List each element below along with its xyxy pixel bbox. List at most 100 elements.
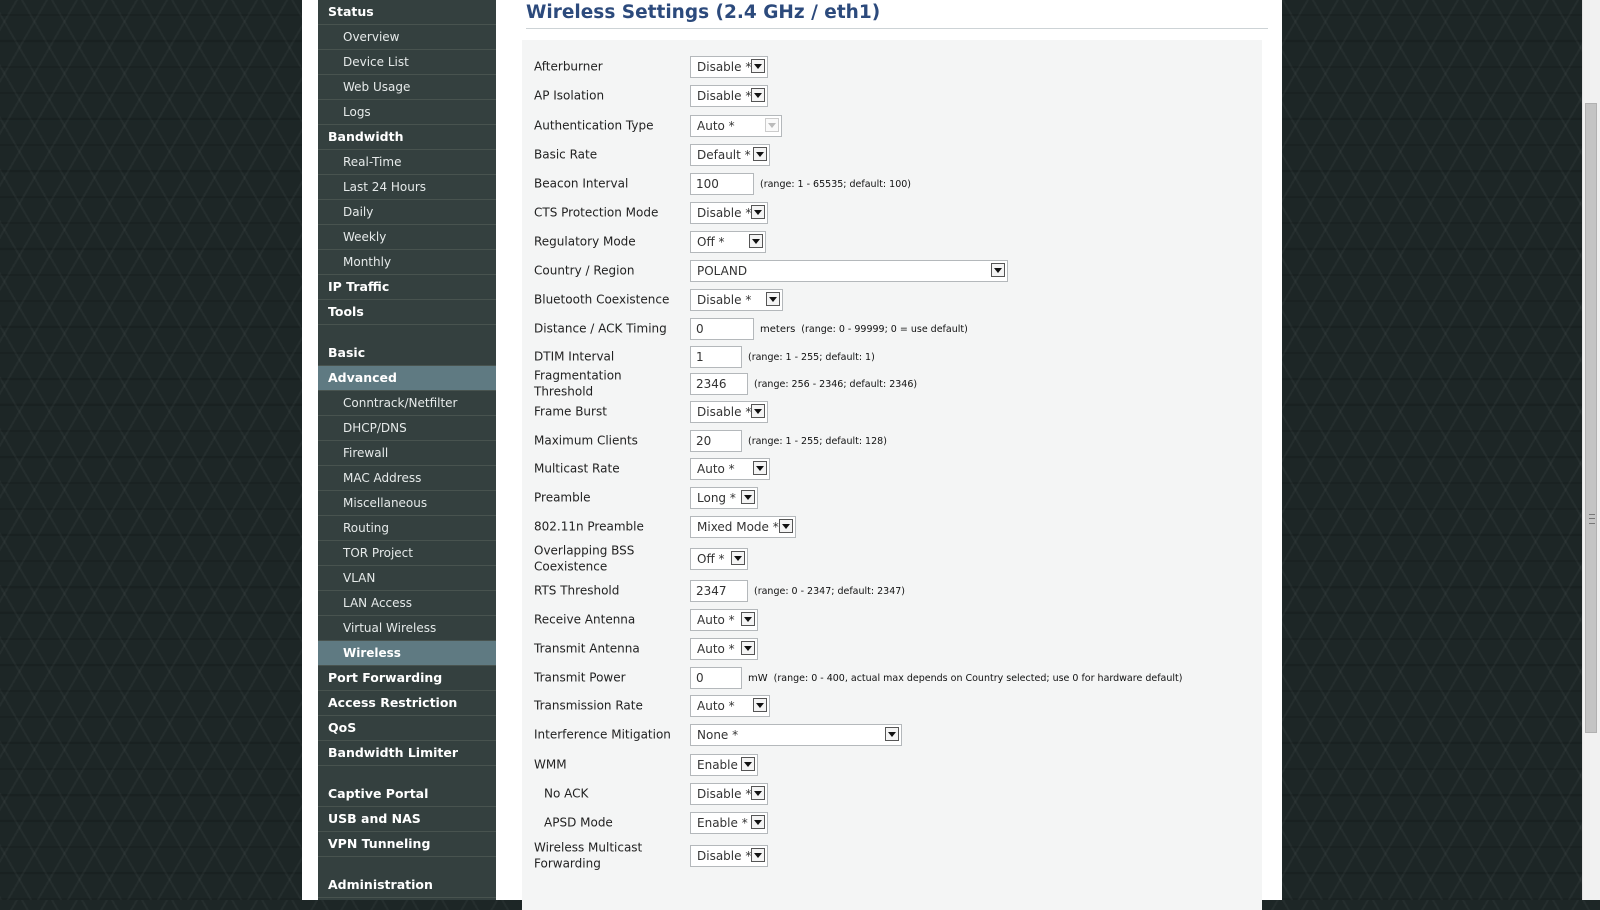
sidebar-item-web-usage[interactable]: Web Usage bbox=[318, 75, 496, 100]
sidebar-item-port-forwarding[interactable]: Port Forwarding bbox=[318, 666, 496, 691]
field-label-no-ack: No ACK bbox=[544, 786, 589, 801]
field-label-rts-threshold: RTS Threshold bbox=[534, 583, 620, 598]
afterburner-select[interactable]: Disable * bbox=[690, 56, 768, 78]
field-control-afterburner: Disable * bbox=[690, 56, 768, 78]
sidebar-item-overview[interactable]: Overview bbox=[318, 25, 496, 50]
bluetooth-coexistence-select[interactable]: Disable * bbox=[690, 289, 783, 311]
authentication-type-select[interactable]: Auto * bbox=[690, 115, 782, 137]
sidebar-item-lan-access[interactable]: LAN Access bbox=[318, 591, 496, 616]
form-row-rts-threshold: RTS Threshold 2347 (range: 0 - 2347; defau… bbox=[534, 579, 1254, 603]
cts-protection-mode-select[interactable]: Disable * bbox=[690, 202, 768, 224]
interference-mitigation-select[interactable]: None * bbox=[690, 724, 902, 746]
field-label-bluetooth-coexistence: Bluetooth Coexistence bbox=[534, 292, 670, 307]
transmission-rate-select[interactable]: Auto * bbox=[690, 695, 770, 717]
field-control-no-ack: Disable * bbox=[690, 783, 768, 805]
rts-threshold-input[interactable]: 2347 bbox=[690, 580, 748, 602]
sidebar-item-real-time[interactable]: Real-Time bbox=[318, 150, 496, 175]
form-row-regulatory-mode: Regulatory Mode Off * bbox=[534, 230, 1254, 254]
sidebar-item-status[interactable]: Status bbox=[318, 0, 496, 25]
field-label-transmit-antenna: Transmit Antenna bbox=[534, 641, 640, 656]
overlapping-bss-coexistence-select[interactable]: Off * bbox=[690, 548, 748, 570]
ap-isolation-select[interactable]: Disable * bbox=[690, 85, 768, 107]
sidebar-item-dhcp-dns[interactable]: DHCP/DNS bbox=[318, 416, 496, 441]
fragmentation-threshold-range-note: (range: 256 - 2346; default: 2346) bbox=[754, 378, 918, 390]
sidebar-item-daily[interactable]: Daily bbox=[318, 200, 496, 225]
sidebar-item-vpn-tunneling[interactable]: VPN Tunneling bbox=[318, 832, 496, 857]
sidebar-item-tools[interactable]: Tools bbox=[318, 300, 496, 325]
sidebar-item-firewall[interactable]: Firewall bbox=[318, 441, 496, 466]
transmit-power-input[interactable]: 0 bbox=[690, 667, 742, 689]
dropdown-arrow-icon bbox=[741, 490, 755, 504]
field-control-fragmentation-threshold: 2346 (range: 256 - 2346; default: 2346) bbox=[690, 373, 917, 395]
dtim-interval-input[interactable]: 1 bbox=[690, 346, 742, 368]
sidebar-item-bandwidth[interactable]: Bandwidth bbox=[318, 125, 496, 150]
maximum-clients-input[interactable]: 20 bbox=[690, 430, 742, 452]
dropdown-arrow-icon bbox=[753, 461, 767, 475]
wireless-multicast-forwarding-select[interactable]: Disable * bbox=[690, 845, 768, 867]
form-row-ap-isolation: AP Isolation Disable * bbox=[534, 84, 1254, 108]
sidebar-item-access-restriction[interactable]: Access Restriction bbox=[318, 691, 496, 716]
preamble-select[interactable]: Long * bbox=[690, 487, 758, 509]
apsd-mode-select[interactable]: Enable * bbox=[690, 812, 768, 834]
sidebar-item-virtual-wireless[interactable]: Virtual Wireless bbox=[318, 616, 496, 641]
receive-antenna-select[interactable]: Auto * bbox=[690, 609, 758, 631]
sidebar-item-weekly[interactable]: Weekly bbox=[318, 225, 496, 250]
sidebar-item-device-list[interactable]: Device List bbox=[318, 50, 496, 75]
dropdown-arrow-icon bbox=[731, 551, 745, 565]
multicast-rate-select-value: Auto * bbox=[697, 462, 735, 476]
multicast-rate-select[interactable]: Auto * bbox=[690, 458, 770, 480]
802-11n-preamble-select[interactable]: Mixed Mode * bbox=[690, 516, 796, 538]
beacon-interval-input[interactable]: 100 bbox=[690, 173, 754, 195]
sidebar-item-tor-project[interactable]: TOR Project bbox=[318, 541, 496, 566]
sidebar-item-bandwidth-limiter[interactable]: Bandwidth Limiter bbox=[318, 741, 496, 766]
regulatory-mode-select-value: Off * bbox=[697, 235, 725, 249]
regulatory-mode-select[interactable]: Off * bbox=[690, 231, 766, 253]
form-row-apsd-mode: APSD Mode Enable * bbox=[534, 811, 1254, 835]
sidebar-item-qos[interactable]: QoS bbox=[318, 716, 496, 741]
frame-burst-select[interactable]: Disable * bbox=[690, 401, 768, 423]
sidebar-item-administration[interactable]: Administration bbox=[318, 873, 496, 898]
overlapping-bss-coexistence-select-value: Off * bbox=[697, 552, 725, 566]
sidebar-item-conntrack-netfilter[interactable]: Conntrack/Netfilter bbox=[318, 391, 496, 416]
sidebar-item-monthly[interactable]: Monthly bbox=[318, 250, 496, 275]
dropdown-arrow-icon bbox=[751, 815, 765, 829]
sidebar-item-wireless[interactable]: Wireless bbox=[318, 641, 496, 666]
dropdown-arrow-icon bbox=[751, 404, 765, 418]
no-ack-select-value: Disable * bbox=[697, 787, 752, 801]
fragmentation-threshold-input[interactable]: 2346 bbox=[690, 373, 748, 395]
scrollbar-thumb[interactable] bbox=[1585, 103, 1597, 733]
sidebar-item-advanced[interactable]: Advanced bbox=[318, 366, 496, 391]
title-divider bbox=[526, 28, 1268, 29]
form-row-wireless-multicast-forwarding: Wireless Multicast Forwarding Disable * bbox=[534, 841, 1254, 870]
field-control-beacon-interval: 100 (range: 1 - 65535; default: 100) bbox=[690, 173, 911, 195]
field-label-fragmentation-threshold: Fragmentation Threshold bbox=[534, 368, 622, 399]
sidebar-item-ip-traffic[interactable]: IP Traffic bbox=[318, 275, 496, 300]
basic-rate-select[interactable]: Default * bbox=[690, 144, 770, 166]
form-row-preamble: Preamble Long * bbox=[534, 486, 1254, 510]
sidebar-item-last-24-hours[interactable]: Last 24 Hours bbox=[318, 175, 496, 200]
sidebar-item-captive-portal[interactable]: Captive Portal bbox=[318, 782, 496, 807]
sidebar-item-basic[interactable]: Basic bbox=[318, 341, 496, 366]
transmit-power-unit: mW bbox=[748, 672, 768, 684]
field-control-basic-rate: Default * bbox=[690, 144, 770, 166]
no-ack-select[interactable]: Disable * bbox=[690, 783, 768, 805]
sidebar-item-logs[interactable]: Logs bbox=[318, 100, 496, 125]
country-region-select[interactable]: POLAND bbox=[690, 260, 1008, 282]
sidebar-item-routing[interactable]: Routing bbox=[318, 516, 496, 541]
sidebar-item-mac-address[interactable]: MAC Address bbox=[318, 466, 496, 491]
transmit-antenna-select[interactable]: Auto * bbox=[690, 638, 758, 660]
distance-ack-timing-input[interactable]: 0 bbox=[690, 318, 754, 340]
page-scrollbar[interactable] bbox=[1582, 0, 1600, 900]
wmm-select[interactable]: Enable bbox=[690, 754, 758, 776]
field-label-interference-mitigation: Interference Mitigation bbox=[534, 727, 671, 742]
dtim-interval-range-note: (range: 1 - 255; default: 1) bbox=[748, 351, 875, 363]
sidebar-item-miscellaneous[interactable]: Miscellaneous bbox=[318, 491, 496, 516]
field-label-multicast-rate: Multicast Rate bbox=[534, 461, 620, 476]
sidebar-item-vlan[interactable]: VLAN bbox=[318, 566, 496, 591]
field-control-wmm: Enable bbox=[690, 754, 758, 776]
field-control-dtim-interval: 1 (range: 1 - 255; default: 1) bbox=[690, 346, 875, 368]
field-control-cts-protection-mode: Disable * bbox=[690, 202, 768, 224]
sidebar-item-usb-and-nas[interactable]: USB and NAS bbox=[318, 807, 496, 832]
